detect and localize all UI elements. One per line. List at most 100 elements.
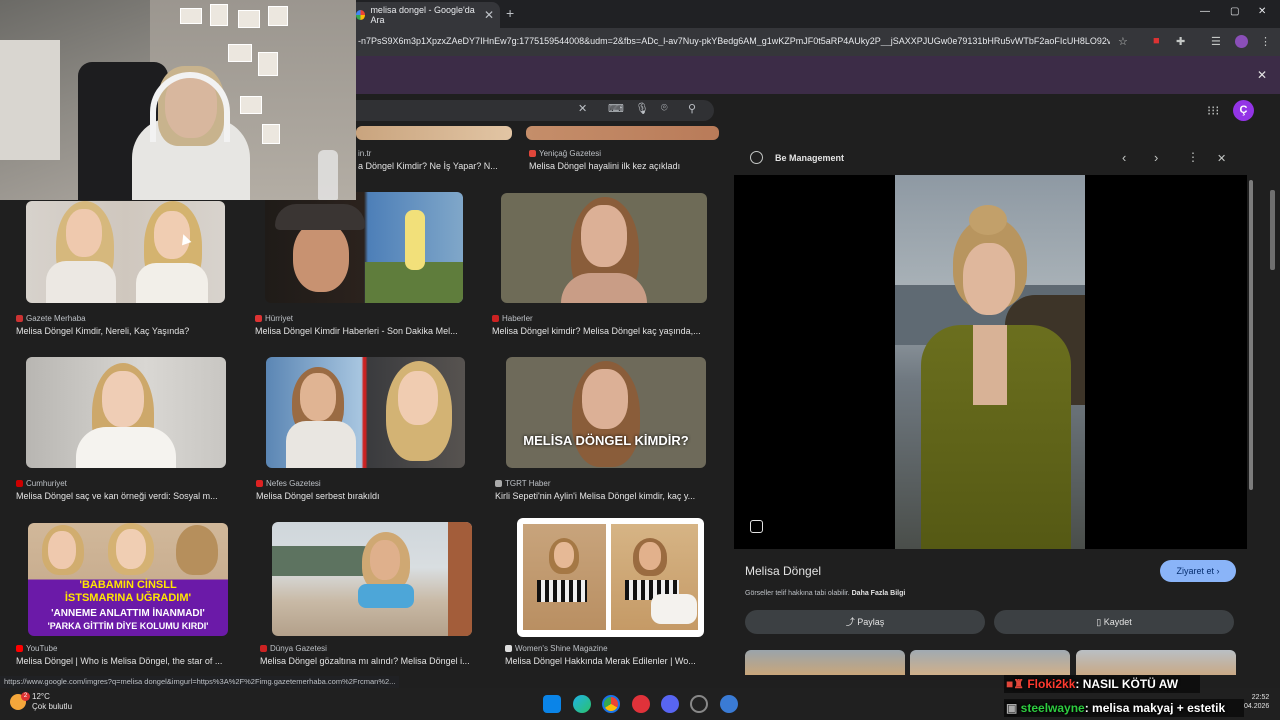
google-account-avatar[interactable]: Ç [1233, 100, 1254, 121]
result-image-cumhuriyet[interactable] [26, 357, 226, 468]
search-icon[interactable]: ⚲ [688, 102, 696, 115]
result-image-haberler[interactable] [501, 193, 707, 303]
result-title[interactable]: Melisa Döngel Kimdir, Nereli, Kaç Yaşınd… [16, 326, 236, 336]
app-icon[interactable] [632, 695, 650, 713]
time: 22:52 [1251, 694, 1270, 701]
source-favicon-icon [16, 315, 23, 322]
result-source: Women's Shine Magazine [505, 644, 608, 653]
date: 04.2026 [1244, 703, 1270, 710]
result-title[interactable]: Melisa Döngel Hakkında Merak Edilenler |… [505, 656, 717, 666]
weather-condition: Çok bulutlu [32, 702, 73, 711]
source-favicon-icon [529, 150, 536, 157]
chat-message: ▣ steelwayne: melisa makyaj + estetik [1006, 701, 1225, 715]
weather-badge: 2 [21, 692, 30, 701]
result-image-partial-1[interactable] [356, 126, 512, 140]
result-title[interactable]: Melisa Döngel kimdir? Melisa Döngel kaç … [492, 326, 717, 336]
close-panel-button[interactable]: ✕ [1217, 152, 1226, 165]
keyboard-icon[interactable]: ⌨ [608, 102, 624, 115]
result-source: Nefes Gazetesi [256, 479, 321, 488]
result-image-tgrt[interactable]: MELİSA DÖNGEL KİMDİR? [506, 357, 706, 468]
tab-close-icon[interactable]: ✕ [484, 8, 494, 22]
related-image[interactable] [1076, 650, 1236, 675]
discord-icon[interactable] [661, 695, 679, 713]
chat-text: : melisa makyaj + estetik [1084, 701, 1226, 715]
result-source: Gazete Merhaba [16, 314, 86, 323]
extensions-icon[interactable]: ✚ [1176, 35, 1185, 48]
weather-widget[interactable]: 12°C Çok bulutlu [10, 692, 72, 712]
status-url: https://www.google.com/imgres?q=melisa d… [0, 676, 400, 688]
chat-username: steelwayne [1020, 701, 1085, 715]
result-image-womens-shine[interactable] [517, 518, 704, 637]
chrome-icon[interactable] [602, 695, 620, 713]
new-tab-button[interactable]: + [506, 5, 514, 21]
previous-image-button[interactable]: ‹ [1122, 150, 1126, 165]
clock[interactable]: 22:52 04.2026 [1244, 693, 1269, 711]
close-window-button[interactable]: ✕ [1258, 6, 1266, 17]
microphone-icon[interactable]: 🎙 [635, 102, 649, 115]
panel-source[interactable]: Be Management [750, 151, 844, 164]
result-title[interactable]: Melisa Döngel gözaltına mı alındı? Melis… [260, 656, 482, 666]
preview-image[interactable] [895, 175, 1085, 549]
result-source: Yeniçağ Gazetesi [529, 149, 601, 158]
visit-button[interactable]: Ziyaret et › [1160, 560, 1236, 582]
result-title[interactable]: Kirli Sepeti'nin Aylin'i Melisa Döngel k… [495, 491, 717, 501]
result-image-youtube[interactable]: 'BABAMIN CİNSLL İSTSMARINA UĞRADIM' 'ANN… [28, 523, 228, 636]
related-image[interactable] [745, 650, 905, 675]
share-button[interactable]: ⤴ Paylaş [745, 610, 985, 634]
clear-icon[interactable]: ✕ [578, 102, 587, 115]
result-title[interactable]: Melisa Döngel hayalini ilk kez açıkladı [529, 161, 719, 171]
url-field[interactable]: -n7PsS9X6m3p1XpzxZAeDY7IHnEw7g:177515954… [358, 36, 1110, 46]
temperature: 12°C [32, 692, 50, 701]
tab-google-search[interactable]: melisa dongel - Google'da Ara ✕ [350, 2, 500, 28]
thumb-headline: 'PARKA GİTTİM DİYE KOLUMU KIRDI' [47, 621, 209, 631]
result-title[interactable]: a Döngel Kimdir? Ne İş Yapar? N... [358, 161, 508, 171]
page-scrollbar[interactable] [1270, 190, 1275, 270]
result-image-nefes[interactable] [266, 357, 465, 468]
globe-icon [750, 151, 763, 164]
source-favicon-icon [256, 480, 263, 487]
reading-list-icon[interactable]: ☰ [1211, 35, 1221, 48]
more-options-icon[interactable]: ⋮ [1187, 150, 1199, 164]
visual-search-icon[interactable] [750, 520, 763, 533]
minimize-button[interactable]: — [1200, 6, 1210, 17]
obs-icon[interactable] [690, 695, 708, 713]
webcam-overlay [0, 0, 356, 200]
next-image-button[interactable]: › [1154, 150, 1158, 165]
chat-text: : NASIL KÖTÜ AW [1075, 677, 1179, 691]
result-image-partial-2[interactable] [526, 126, 719, 140]
bookmark-star-icon[interactable]: ☆ [1118, 35, 1128, 48]
edge-icon[interactable] [573, 695, 591, 713]
source-favicon-icon [495, 480, 502, 487]
result-image-hurriyet[interactable] [265, 192, 463, 303]
result-title[interactable]: Melisa Döngel serbest bırakıldı [256, 491, 476, 501]
tab-title: melisa dongel - Google'da Ara [370, 5, 475, 25]
search-input[interactable] [340, 100, 714, 121]
result-image-dunya[interactable] [272, 522, 472, 636]
maximize-button[interactable]: ▢ [1230, 6, 1239, 17]
source-favicon-icon [255, 315, 262, 322]
infobar-close-icon[interactable]: ✕ [1257, 68, 1267, 82]
profile-avatar[interactable] [1235, 35, 1248, 48]
share-icon: ⤴ [845, 617, 858, 627]
result-image-gazete-merhaba[interactable] [26, 201, 225, 303]
source-favicon-icon [260, 645, 267, 652]
result-title[interactable]: Melisa Döngel saç ve kan örneği verdi: S… [16, 491, 236, 501]
result-source: Hürriyet [255, 314, 293, 323]
result-source: YouTube [16, 644, 57, 653]
settings-icon[interactable] [720, 695, 738, 713]
related-image[interactable] [910, 650, 1070, 675]
extension-badge-icon[interactable]: ■ [1153, 35, 1160, 47]
menu-icon[interactable]: ⋮ [1260, 35, 1271, 48]
result-title[interactable]: Melisa Döngel Kimdir Haberleri - Son Dak… [255, 326, 475, 336]
learn-more-link[interactable]: Daha Fazla Bilgi [852, 590, 906, 597]
panel-image-title: Melisa Döngel [745, 564, 822, 578]
panel-scrollbar[interactable] [1248, 150, 1254, 670]
result-title[interactable]: Melisa Döngel | Who is Melisa Döngel, th… [16, 656, 238, 666]
start-icon[interactable] [543, 695, 561, 713]
copyright-notice: Görseller telif hakkına tabi olabilir. D… [745, 590, 906, 597]
google-apps-icon[interactable]: ⁝⁝⁝ [1207, 103, 1219, 119]
result-source: Haberler [492, 314, 533, 323]
chat-badge-icon: ■♜ [1006, 677, 1028, 691]
lens-icon[interactable]: ⌾ [661, 102, 668, 115]
save-button[interactable]: ▯ Kaydet [994, 610, 1234, 634]
